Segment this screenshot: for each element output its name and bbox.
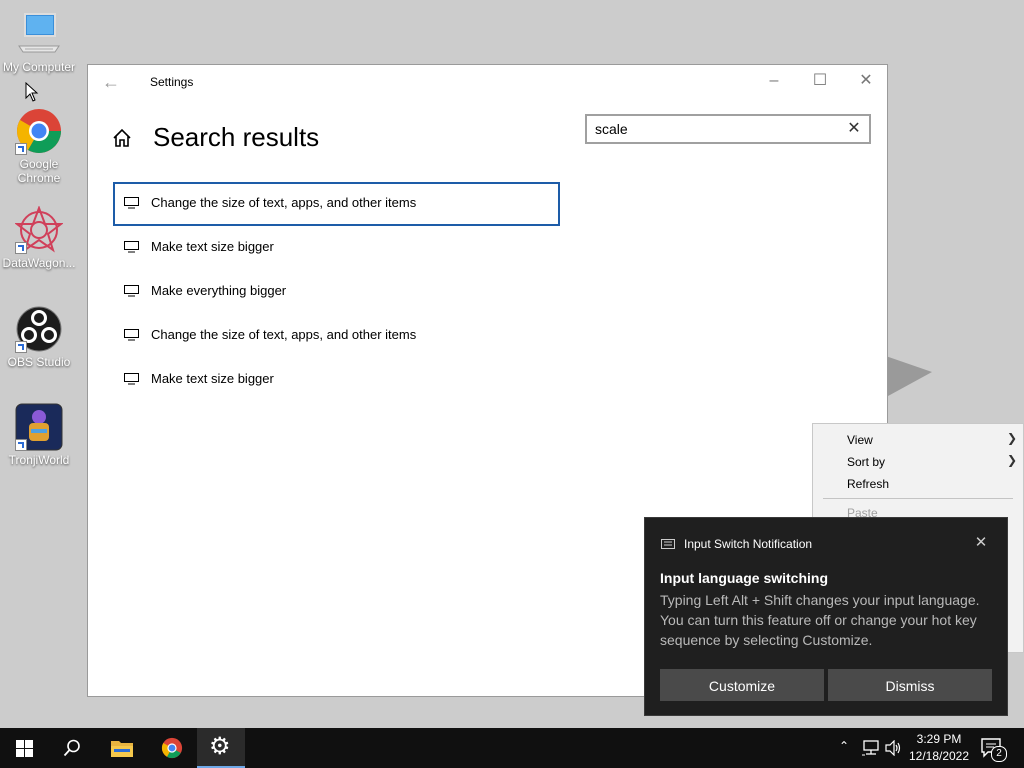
datawagon-icon [14, 205, 64, 254]
taskbar-file-explorer[interactable] [98, 728, 146, 768]
search-result-item[interactable]: Change the size of text, apps, and other… [113, 314, 560, 358]
notification-body: Typing Left Alt + Shift changes your inp… [660, 592, 980, 648]
search-result-item[interactable]: Make everything bigger [113, 270, 560, 314]
close-button[interactable]: ✕ [843, 65, 889, 97]
taskbar-search-button[interactable] [48, 728, 96, 768]
notification-count-badge: 2 [991, 746, 1007, 762]
search-result-label: Make everything bigger [151, 283, 287, 298]
chevron-up-icon[interactable]: ⌃ [839, 739, 849, 753]
taskbar-chrome[interactable] [148, 728, 196, 768]
chrome-icon [15, 107, 63, 155]
minimize-button[interactable]: – [751, 65, 797, 97]
obs-icon [15, 305, 63, 353]
search-result-label: Make text size bigger [151, 371, 274, 386]
monitor-icon [124, 197, 139, 209]
computer-icon [15, 10, 63, 58]
context-menu-item-refresh[interactable]: Refresh [847, 477, 889, 491]
page-title: Search results [153, 122, 320, 152]
mouse-cursor-icon [25, 82, 39, 102]
file-explorer-icon [111, 741, 133, 757]
desktop-icon-label: Google Chrome [17, 157, 61, 185]
desktop-icon-obs-studio[interactable]: OBS Studio [1, 305, 77, 369]
settings-icon: ⚙ [209, 733, 231, 760]
chrome-icon [161, 737, 183, 759]
window-title: Settings [150, 75, 194, 89]
monitor-icon [124, 241, 139, 253]
context-menu-item-sort-by[interactable]: Sort by [847, 455, 885, 469]
chevron-right-icon: ❯ [1006, 453, 1017, 467]
desktop-icon-google-chrome[interactable]: Google Chrome [1, 107, 77, 185]
monitor-icon [124, 373, 139, 385]
notification-app-name: Input Switch Notification [684, 537, 813, 551]
maximize-button[interactable]: ☐ [797, 65, 843, 97]
monitor-icon [124, 329, 139, 341]
start-icon [16, 740, 33, 757]
start-button[interactable] [0, 728, 48, 768]
shortcut-arrow-icon [15, 439, 27, 451]
desktop-icon-my-computer[interactable]: My Computer [1, 10, 77, 74]
volume-icon[interactable] [885, 740, 903, 756]
context-menu-item-view[interactable]: View [847, 433, 873, 447]
search-input[interactable] [595, 120, 835, 138]
notification-title: Input language switching [660, 570, 828, 586]
taskbar: ⚙ ⌃ 3:29 PM 12/18/2022 2 [0, 728, 1024, 768]
search-box[interactable]: ✕ [585, 114, 871, 144]
customize-button[interactable]: Customize [660, 669, 824, 701]
clock-date: 12/18/2022 [908, 749, 970, 763]
taskbar-settings[interactable]: ⚙ [197, 728, 245, 768]
search-result-item[interactable]: Make text size bigger [113, 226, 560, 270]
desktop-icon-label: TronjiWorld [8, 453, 70, 467]
close-icon[interactable]: ✕ [973, 533, 989, 551]
shortcut-arrow-icon [15, 341, 27, 353]
network-icon[interactable] [862, 740, 880, 756]
search-results-list: Change the size of text, apps, and other… [113, 182, 560, 402]
desktop-icon-datawagon[interactable]: DataWagon... [1, 205, 77, 270]
menu-separator [823, 498, 1013, 499]
search-result-item[interactable]: Make text size bigger [113, 358, 560, 402]
desktop-icon-label: DataWagon... [2, 256, 76, 270]
search-result-item[interactable]: Change the size of text, apps, and other… [113, 182, 560, 226]
search-result-label: Change the size of text, apps, and other… [151, 327, 417, 342]
taskbar-clock[interactable]: 3:29 PM 12/18/2022 [903, 731, 975, 765]
search-icon [63, 739, 80, 757]
monitor-icon [124, 285, 139, 297]
action-center-button[interactable]: 2 [980, 736, 1007, 762]
title-bar[interactable]: ← Settings – ☐ ✕ [88, 65, 887, 99]
home-icon[interactable] [111, 127, 133, 149]
shortcut-arrow-icon [15, 242, 27, 254]
shortcut-arrow-icon [15, 143, 27, 155]
desktop-icon-tronjiworld[interactable]: TronjiWorld [1, 403, 77, 467]
clock-time: 3:29 PM [916, 732, 962, 746]
search-result-label: Make text size bigger [151, 239, 274, 254]
chevron-right-icon: ❯ [1006, 431, 1017, 445]
search-result-label: Change the size of text, apps, and other… [151, 195, 417, 210]
clear-search-icon[interactable]: ✕ [845, 119, 863, 139]
keyboard-icon [661, 539, 675, 549]
tronjiworld-icon [15, 403, 63, 451]
desktop-icon-label: My Computer [2, 60, 76, 74]
notification-toast: Input Switch Notification ✕ Input langua… [644, 517, 1008, 716]
dismiss-button[interactable]: Dismiss [828, 669, 992, 701]
back-arrow-icon[interactable]: ← [102, 73, 122, 91]
desktop-icon-label: OBS Studio [7, 355, 71, 369]
